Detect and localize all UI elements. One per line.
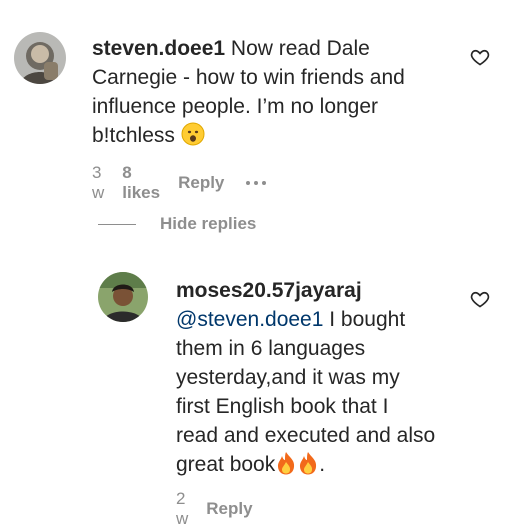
reply-text-line: read and executed and also xyxy=(176,424,436,447)
comment-text-line: influence people. I’m no longer xyxy=(92,95,379,118)
mention-link[interactable]: @steven.doee1 xyxy=(176,308,323,331)
hide-replies-button[interactable]: Hide replies xyxy=(98,214,256,234)
reply-text-end: . xyxy=(319,453,326,476)
reply-body: moses20.57jayaraj @steven.doee1 I bought… xyxy=(176,276,466,483)
divider xyxy=(98,223,136,225)
hide-replies-label: Hide replies xyxy=(160,214,257,233)
comment-time: 3 w xyxy=(92,163,105,202)
reply-text-line: yesterday,and it was my xyxy=(176,366,400,389)
reply-meta: 2 w Reply xyxy=(176,489,271,529)
like-heart-icon[interactable] xyxy=(470,47,490,67)
fire-emoji xyxy=(297,451,319,483)
more-options-icon[interactable] xyxy=(246,181,267,185)
comment-username[interactable]: steven.doee1 xyxy=(92,37,225,60)
comment-likes[interactable]: 8 likes xyxy=(122,163,160,203)
like-heart-icon[interactable] xyxy=(470,289,490,309)
comment-body: steven.doee1 Now read Dale Carnegie - ho… xyxy=(92,34,452,154)
comment-text: Now read Dale xyxy=(225,37,370,60)
fire-emoji xyxy=(275,451,297,483)
comment-meta: 3 w 8 likes Reply xyxy=(92,163,284,203)
avatar[interactable] xyxy=(98,272,148,322)
reply-text-line: great book xyxy=(176,453,276,476)
hushed-face-emoji xyxy=(181,122,205,154)
reply-username[interactable]: moses20.57jayaraj xyxy=(176,276,466,305)
comment-text-line: b!tchless xyxy=(92,124,175,147)
reply-text-line: first English book that I xyxy=(176,395,389,418)
reply-time: 2 w xyxy=(176,489,189,528)
reply-text-line: them in 6 languages xyxy=(176,337,366,360)
avatar[interactable] xyxy=(14,32,66,84)
comment-text-line: Carnegie - how to win friends and xyxy=(92,66,405,89)
reply-button[interactable]: Reply xyxy=(206,499,252,519)
reply-button[interactable]: Reply xyxy=(178,173,224,193)
reply-text: I bought xyxy=(323,308,406,331)
